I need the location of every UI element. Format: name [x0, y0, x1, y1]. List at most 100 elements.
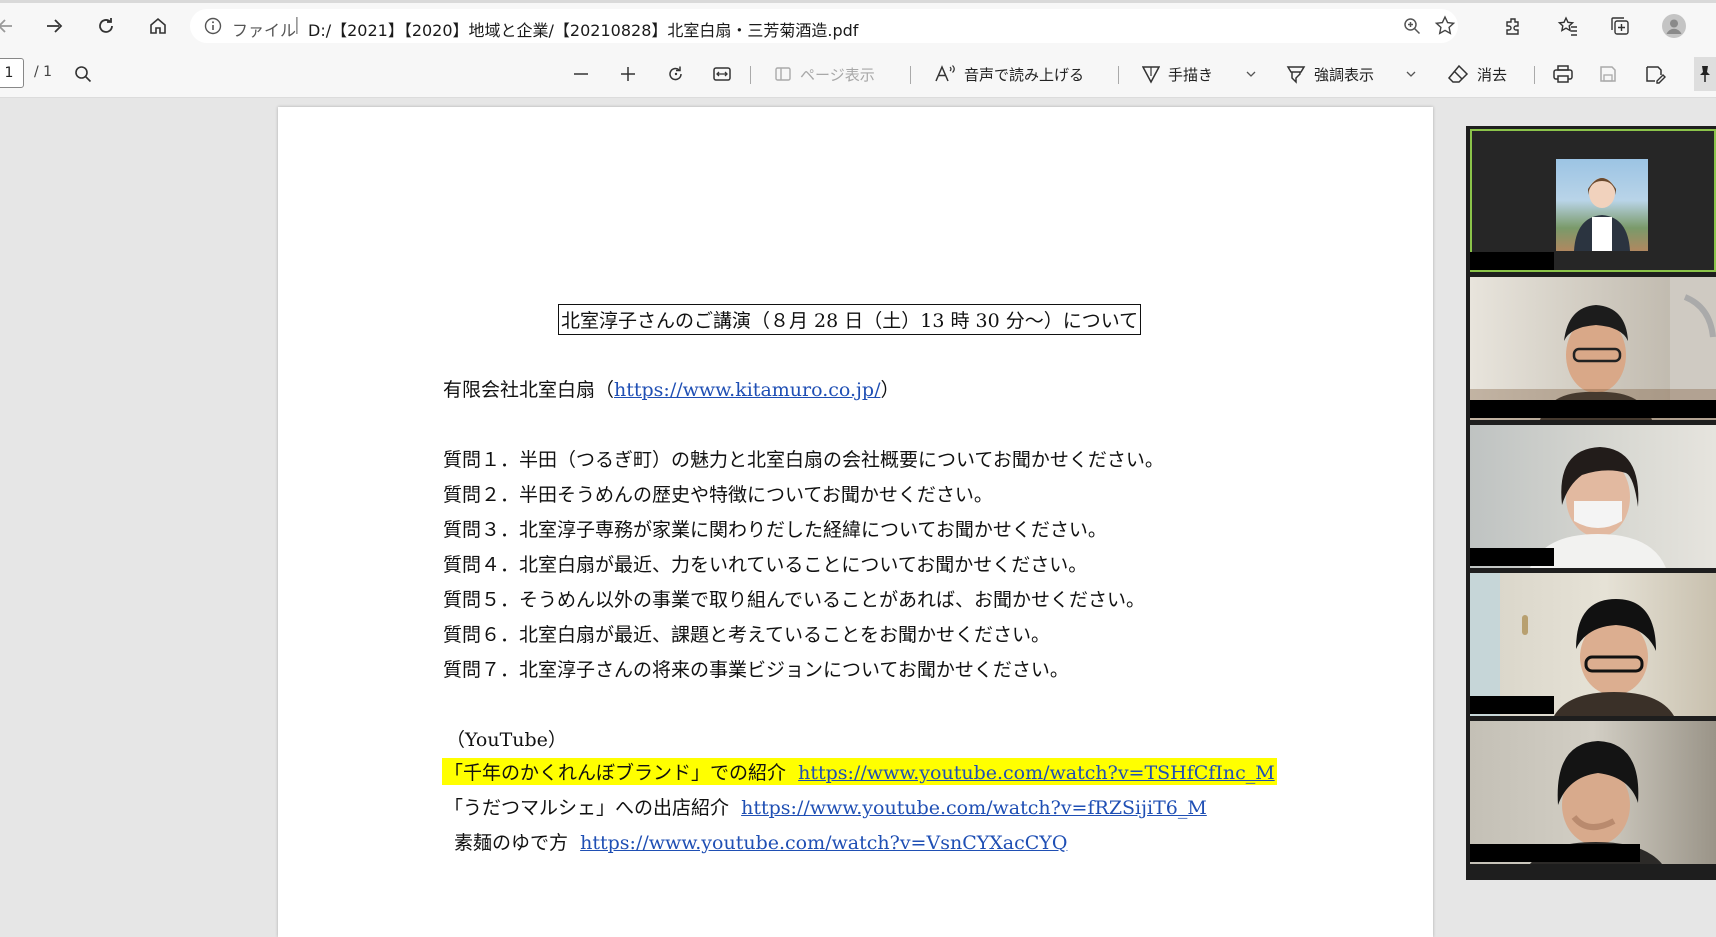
collections-icon[interactable]	[1608, 14, 1632, 38]
fit-width-icon	[713, 67, 731, 81]
back-icon[interactable]	[0, 14, 18, 38]
question-2: 質問２．半田そうめんの歴史や特徴についてお聞かせください。	[443, 484, 993, 506]
read-aloud-icon	[935, 65, 955, 82]
person-avatar-icon	[1530, 741, 1662, 864]
person-avatar-icon	[1530, 447, 1666, 568]
pdf-toolbar: 1 / 1 ページ表示 音声で読み上げる 手描き 強調表示 消去	[0, 50, 1716, 98]
youtube-link-3[interactable]: https://www.youtube.com/watch?v=VsnCYXac…	[580, 832, 1067, 854]
company-url-link[interactable]: https://www.kitamuro.co.jp/	[614, 379, 880, 401]
address-bar[interactable]: ファイル | D:/【2021】【2020】地域と企業/【20210828】北室…	[190, 9, 1458, 43]
info-icon[interactable]	[204, 17, 222, 35]
page-view-label: ページ表示	[800, 65, 875, 84]
youtube-label-1: 「千年のかくれんぼブランド」での紹介	[444, 762, 787, 784]
address-separator: |	[294, 15, 300, 35]
home-icon[interactable]	[146, 14, 170, 38]
scheme-label: ファイル	[232, 21, 297, 40]
video-tile-participant[interactable]	[1470, 721, 1716, 864]
zoom-icon[interactable]	[1402, 16, 1422, 36]
forward-icon[interactable]	[42, 14, 66, 38]
youtube-line-3: 素麺のゆで方 https://www.youtube.com/watch?v=V…	[454, 828, 1067, 855]
zoom-in-button[interactable]	[619, 62, 637, 86]
page-number-input[interactable]: 1	[0, 58, 24, 88]
pen-draw-icon	[1142, 66, 1160, 84]
video-call-panel	[1466, 126, 1716, 880]
question-3: 質問３．北室淳子専務が家業に関わりだした経緯についてお聞かせください。	[443, 519, 1107, 541]
question-1: 質問１．半田（つるぎ町）の魅力と北室白扇の会社概要についてお聞かせください。	[443, 449, 1164, 471]
read-aloud-label: 音声で読み上げる	[964, 65, 1085, 84]
draw-dropdown[interactable]	[1245, 62, 1257, 86]
find-search-icon[interactable]	[74, 62, 92, 86]
question-7: 質問７．北室淳子さんの将来の事業ビジョンについてお聞かせください。	[443, 659, 1069, 681]
participant-photo	[1556, 159, 1648, 251]
video-tile-participant[interactable]	[1470, 573, 1716, 716]
participant-name-bar	[1470, 548, 1554, 566]
favorite-star-icon[interactable]	[1434, 15, 1456, 37]
toolbar-divider	[1534, 66, 1535, 84]
youtube-line-2: 「うだつマルシェ」への出店紹介 https://www.youtube.com/…	[444, 793, 1207, 820]
pdf-page: 北室淳子さんのご講演（８月 28 日（土）13 時 30 分〜）について 有限会…	[278, 107, 1433, 937]
company-line: 有限会社北室白扇（https://www.kitamuro.co.jp/）	[443, 375, 900, 402]
tab-strip	[0, 0, 1716, 3]
eraser-icon	[1447, 64, 1469, 83]
video-tile-participant[interactable]	[1470, 277, 1716, 420]
page-view-icon	[775, 67, 791, 81]
pin-icon	[1700, 66, 1710, 82]
fit-width-button[interactable]	[712, 62, 732, 86]
toolbar-divider	[910, 66, 911, 84]
page-total: / 1	[34, 64, 53, 80]
youtube-label-3: 素麺のゆで方	[454, 832, 569, 854]
person-avatar-icon	[1470, 573, 1674, 716]
plus-icon	[621, 67, 635, 81]
draw-button[interactable]: 手描き	[1142, 62, 1213, 86]
erase-label: 消去	[1477, 65, 1508, 84]
extensions-icon[interactable]	[1502, 14, 1526, 38]
company-name: 有限会社北室白扇（	[443, 379, 615, 401]
erase-button[interactable]: 消去	[1447, 62, 1507, 86]
participant-name-bar	[1470, 400, 1716, 418]
page-view-button[interactable]: ページ表示	[774, 62, 875, 86]
rotate-button[interactable]	[666, 62, 686, 86]
zoom-out-button[interactable]	[572, 62, 590, 86]
youtube-link-2[interactable]: https://www.youtube.com/watch?v=fRZSijiT…	[741, 797, 1207, 819]
pin-toolbar-button[interactable]	[1694, 57, 1716, 91]
read-aloud-button[interactable]: 音声で読み上げる	[934, 62, 1084, 86]
company-suffix: ）	[880, 379, 900, 401]
minus-icon	[574, 73, 588, 75]
question-6: 質問６．北室白扇が最近、課題と考えていることをお聞かせください。	[443, 624, 1051, 646]
document-title: 北室淳子さんのご講演（８月 28 日（土）13 時 30 分〜）について	[558, 304, 1142, 335]
question-5: 質問５．そうめん以外の事業で取り組んでいることがあれば、お聞かせください。	[443, 589, 1146, 611]
person-avatar-icon	[1470, 277, 1716, 420]
refresh-icon[interactable]	[94, 14, 118, 38]
print-button[interactable]	[1552, 62, 1574, 86]
highlight-button[interactable]: 強調表示	[1286, 62, 1374, 86]
save-button[interactable]	[1598, 62, 1618, 86]
toolbar-divider	[1118, 66, 1119, 84]
rotate-icon	[669, 66, 682, 81]
save-as-icon	[1646, 66, 1666, 84]
question-4: 質問４．北室白扇が最近、力をいれていることについてお聞かせください。	[443, 554, 1088, 576]
favorites-icon[interactable]	[1556, 14, 1580, 38]
highlight-label: 強調表示	[1314, 65, 1375, 84]
highlighter-icon	[1286, 66, 1306, 84]
save-icon	[1600, 66, 1616, 82]
chevron-down-icon	[1406, 71, 1416, 77]
highlight-dropdown[interactable]	[1405, 62, 1417, 86]
url-text[interactable]: D:/【2021】【2020】地域と企業/【20210828】北室白扇・三芳菊酒…	[308, 17, 858, 41]
save-as-button[interactable]	[1644, 62, 1666, 86]
browser-toolbar: ファイル | D:/【2021】【2020】地域と企業/【20210828】北室…	[0, 0, 1716, 50]
youtube-line-1: 「千年のかくれんぼブランド」での紹介 https://www.youtube.c…	[442, 758, 1277, 785]
toolbar-divider	[750, 66, 751, 84]
profile-avatar-icon[interactable]	[1662, 14, 1686, 38]
chevron-down-icon	[1246, 71, 1256, 77]
youtube-label-2: 「うだつマルシェ」への出店紹介	[444, 797, 730, 819]
participant-name-bar	[1470, 696, 1554, 714]
participant-name-bar	[1470, 252, 1554, 270]
video-tile-active-speaker[interactable]	[1470, 129, 1716, 272]
printer-icon	[1553, 65, 1573, 83]
youtube-heading: （YouTube）	[446, 729, 567, 751]
video-tile-participant[interactable]	[1470, 425, 1716, 568]
person-avatar-icon	[1574, 178, 1630, 251]
draw-label: 手描き	[1168, 65, 1214, 84]
youtube-link-1[interactable]: https://www.youtube.com/watch?v=TSHfCfIn…	[798, 762, 1275, 784]
participant-name-bar	[1470, 844, 1640, 862]
